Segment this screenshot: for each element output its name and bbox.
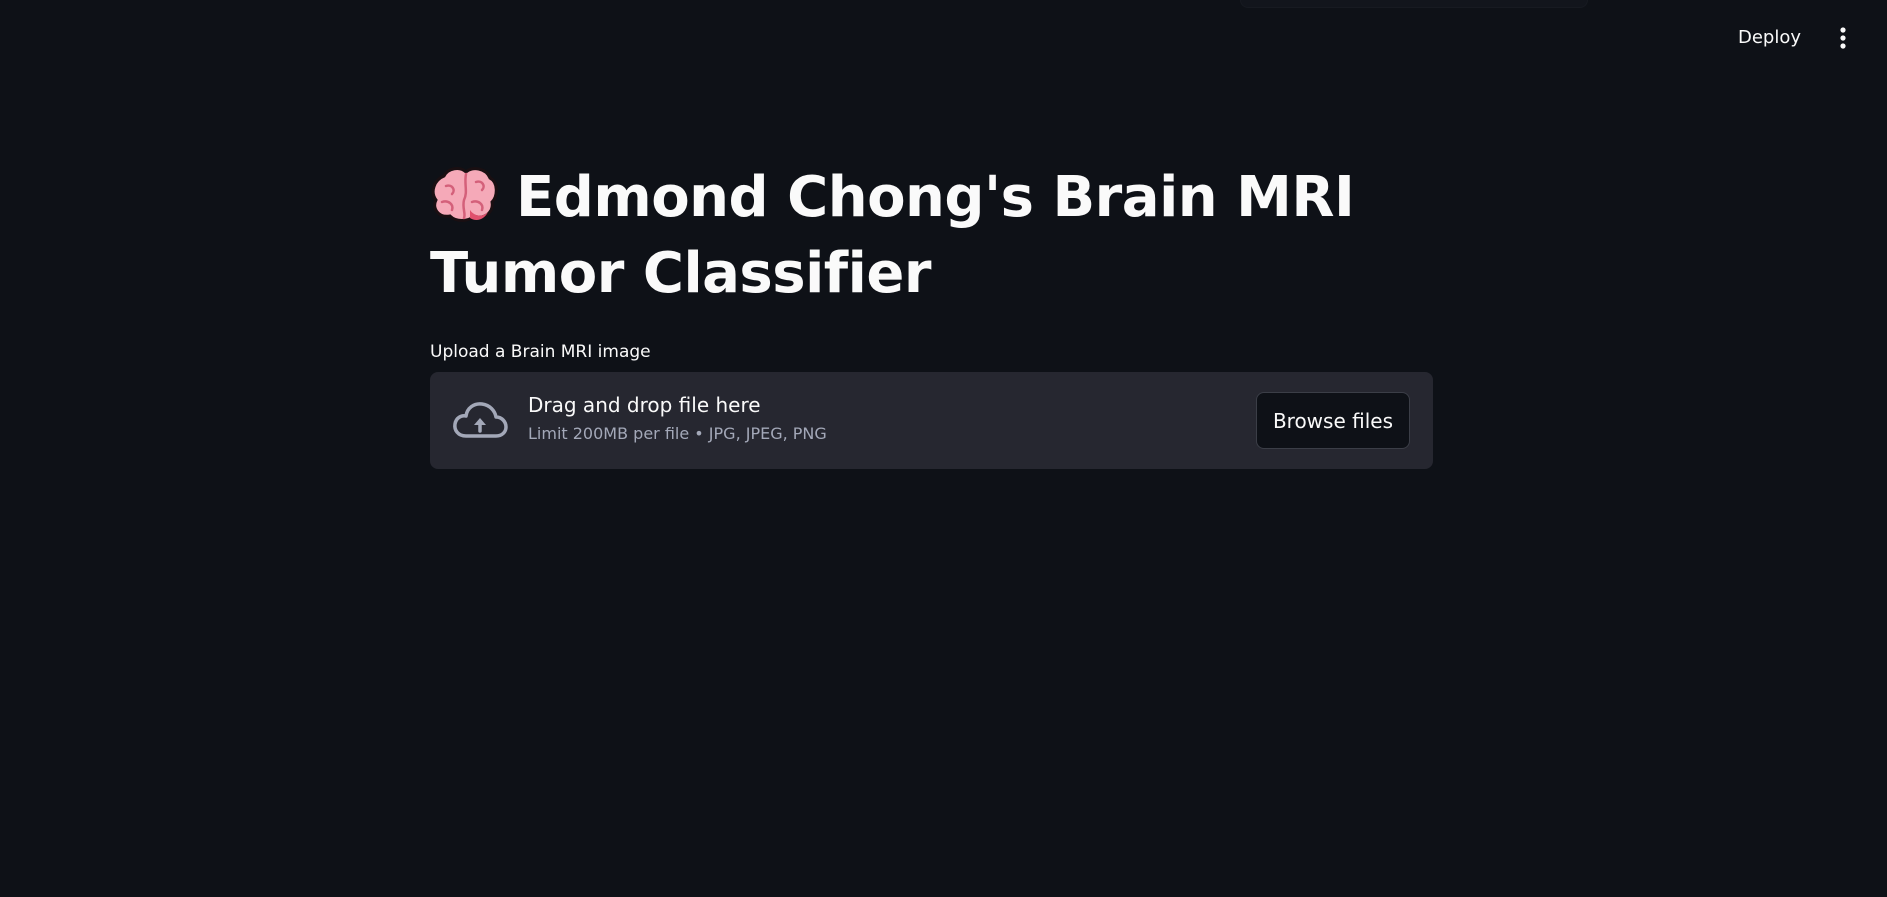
- deploy-button[interactable]: Deploy: [1730, 24, 1809, 52]
- page-title-text: Edmond Chong's Brain MRI Tumor Classifie…: [430, 165, 1355, 306]
- browse-files-button[interactable]: Browse files: [1255, 392, 1410, 449]
- file-dropzone[interactable]: Drag and drop file here Limit 200MB per …: [430, 372, 1433, 469]
- brain-icon: [431, 167, 498, 222]
- dropzone-instructions: Drag and drop file here Limit 200MB per …: [528, 390, 827, 446]
- page-title: Edmond Chong's Brain MRI Tumor Classifie…: [430, 160, 1433, 312]
- dropzone-limit-text: Limit 200MB per file • JPG, JPEG, PNG: [528, 424, 827, 443]
- app-header: Deploy: [0, 0, 1887, 76]
- main-content: Edmond Chong's Brain MRI Tumor Classifie…: [430, 160, 1433, 469]
- main-menu-button[interactable]: [1827, 22, 1859, 54]
- kebab-vertical-icon: [1840, 27, 1846, 49]
- file-uploader-label: Upload a Brain MRI image: [430, 342, 651, 362]
- dropzone-title: Drag and drop file here: [528, 393, 761, 417]
- cloud-upload-icon: [453, 402, 508, 438]
